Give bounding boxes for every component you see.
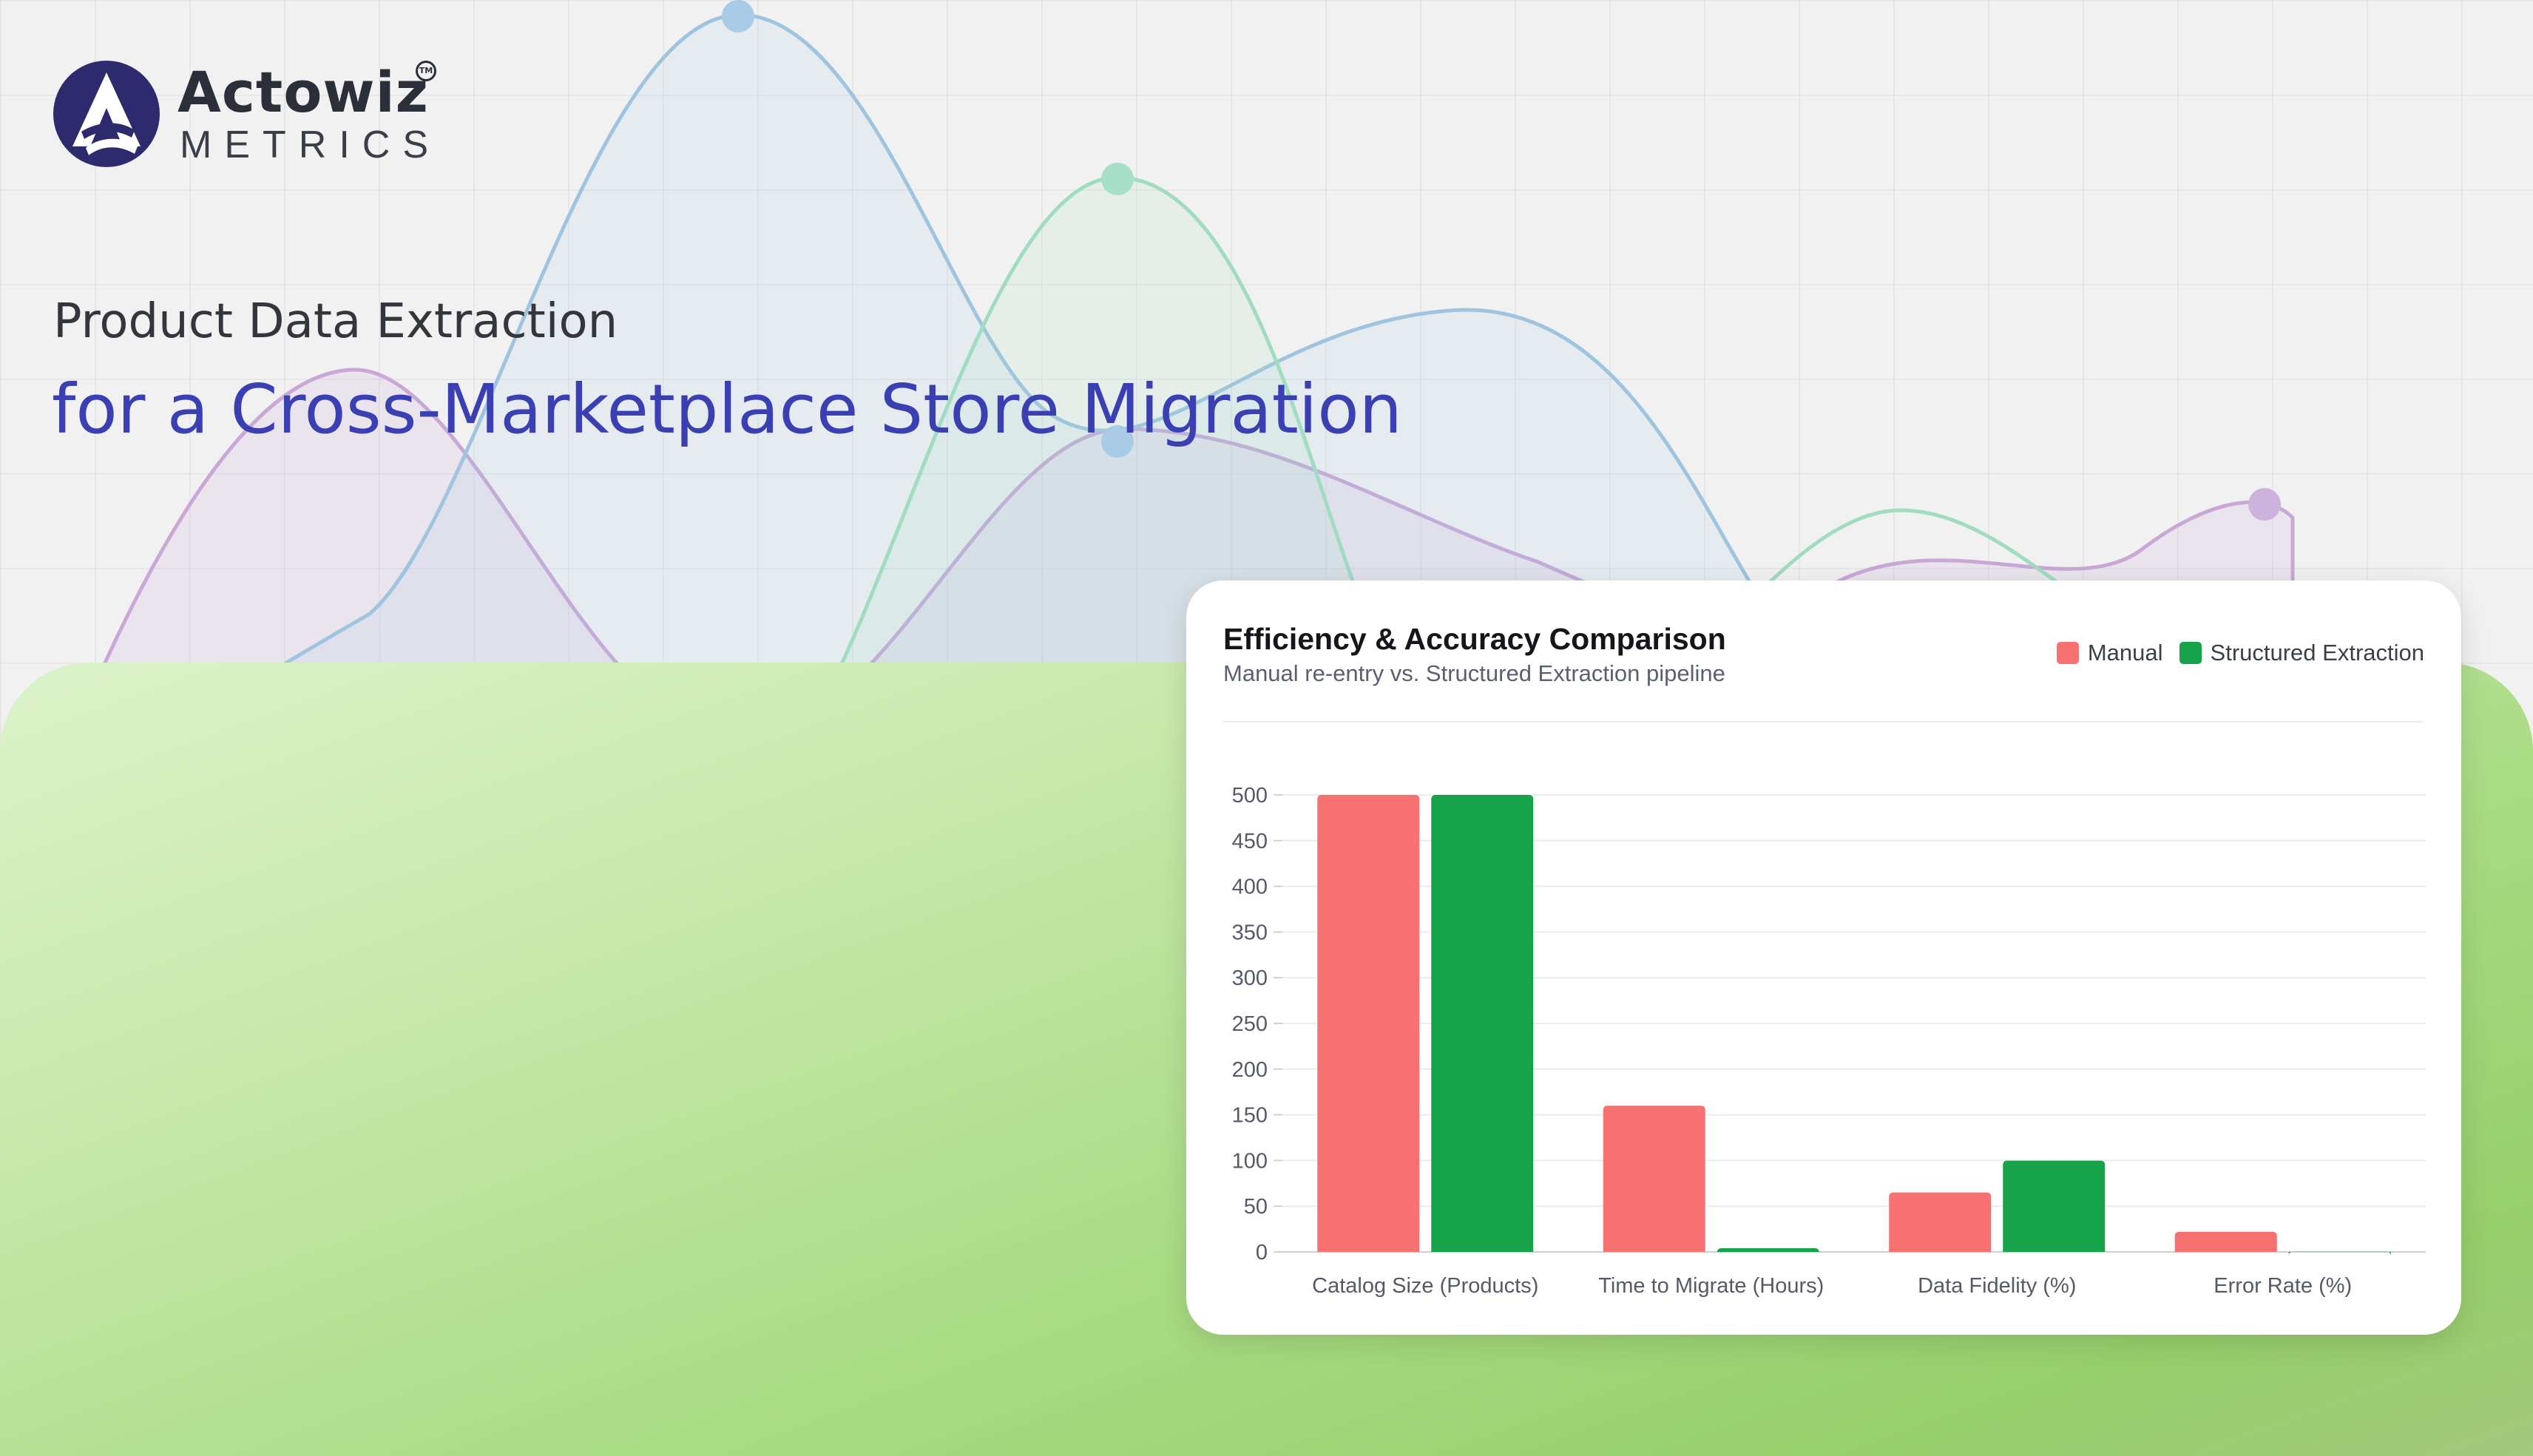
bar-chart: 0 50 100 150 200 250 300 350 400 450 500 Catalog Si… <box>1232 784 2426 1298</box>
x-category-label: Data Fidelity (%) <box>1918 1274 2076 1298</box>
bar-manual[interactable] <box>2174 1231 2277 1252</box>
wave-marker-blue-top <box>722 0 754 33</box>
bar-manual[interactable] <box>1317 795 1420 1252</box>
bar-structured[interactable] <box>1431 795 1534 1252</box>
y-tick-label: 450 <box>1232 830 1268 853</box>
y-tick-label: 350 <box>1232 921 1268 944</box>
bar-structured[interactable] <box>2003 1160 2106 1252</box>
y-tick-label: 0 <box>1256 1241 1268 1264</box>
y-tick-label: 150 <box>1232 1104 1268 1128</box>
headline-secondary: for a Cross-Marketplace Store Migration <box>52 370 1402 449</box>
x-category-label: Error Rate (%) <box>2214 1274 2352 1298</box>
y-tick-label: 200 <box>1232 1058 1268 1082</box>
y-tick-label: 300 <box>1232 966 1268 990</box>
brand-name: Actowiz <box>177 59 429 125</box>
x-category-label: Catalog Size (Products) <box>1312 1274 1538 1298</box>
bar-manual[interactable] <box>1603 1105 1705 1252</box>
slide-canvas: Actowiz TM METRICS Product Data Extracti… <box>0 0 2533 1456</box>
headline-primary: Product Data Extraction <box>53 294 618 349</box>
chart-card: Efficiency & Accuracy Comparison Manual … <box>1186 580 2461 1335</box>
trademark-mark: TM <box>416 61 436 81</box>
wave-marker-purple <box>2248 488 2281 521</box>
y-tick-label: 500 <box>1232 784 1268 807</box>
brand-logo: Actowiz TM METRICS <box>52 59 496 177</box>
brand-subtitle: METRICS <box>180 123 441 166</box>
x-category-label: Time to Migrate (Hours) <box>1598 1274 1824 1298</box>
y-tick-label: 100 <box>1232 1149 1268 1173</box>
y-tick-label: 400 <box>1232 876 1268 899</box>
actowiz-logo-icon <box>53 61 160 167</box>
bar-manual[interactable] <box>1889 1192 1992 1252</box>
wave-marker-green <box>1101 163 1134 195</box>
y-tick-label: 250 <box>1232 1012 1268 1036</box>
y-tick-label: 50 <box>1244 1195 1268 1219</box>
